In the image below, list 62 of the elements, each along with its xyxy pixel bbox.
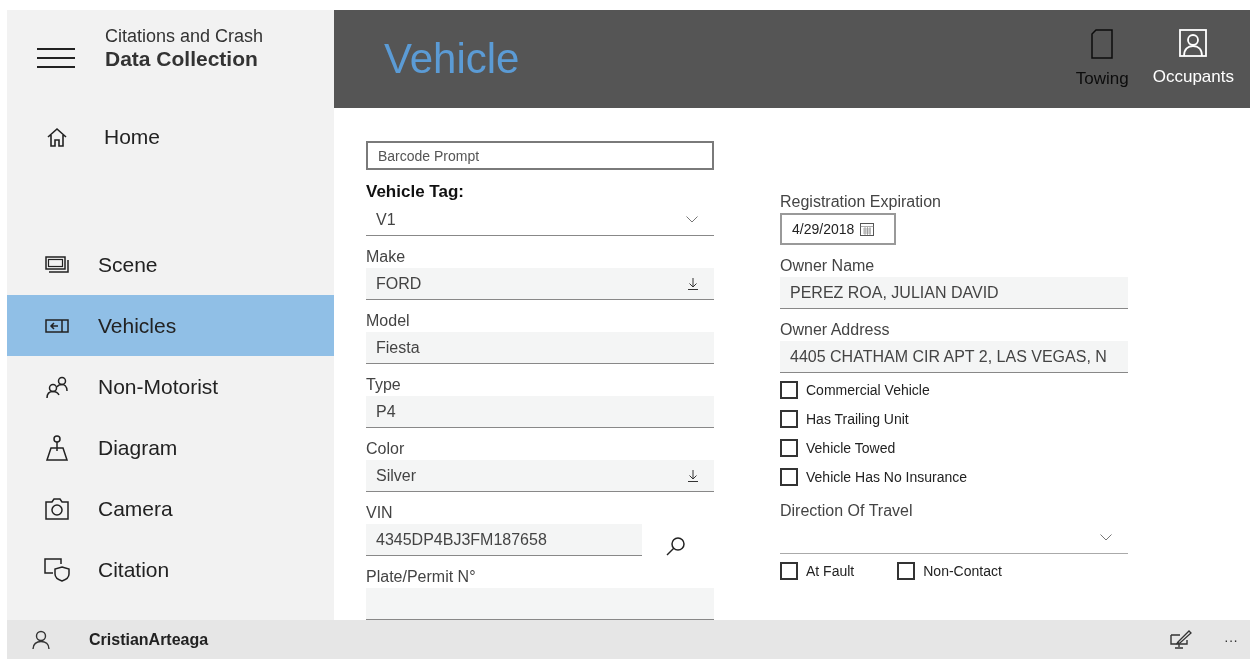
pin-map-icon — [44, 434, 70, 461]
command-button[interactable]: Occupants — [1148, 17, 1238, 101]
checkbox-box[interactable] — [897, 562, 916, 580]
download-arrow-icon — [688, 277, 698, 290]
field-label: Plate/Permit N° — [366, 568, 477, 586]
select-field[interactable]: Silver — [366, 460, 714, 492]
download-arrow-icon — [688, 469, 698, 482]
checkbox[interactable]: Non-Contact — [897, 562, 1002, 580]
text-field[interactable]: Fiesta — [366, 332, 714, 364]
checkbox[interactable]: At Fault — [780, 562, 855, 580]
checkbox-box[interactable] — [780, 439, 798, 457]
field-label: Type — [366, 376, 402, 394]
checkbox[interactable]: Commercial Vehicle — [780, 381, 1128, 399]
text-field[interactable]: 4345DP4BJ3FM187658 — [366, 524, 642, 556]
checkbox[interactable]: Vehicle Towed — [780, 439, 1128, 457]
app-title: Data Collection — [105, 46, 259, 71]
user-icon — [31, 629, 51, 650]
text-field[interactable]: P4 — [366, 396, 714, 428]
chevron-down-icon — [686, 216, 698, 223]
monitor-pen-icon[interactable] — [1170, 629, 1192, 650]
more-button[interactable]: ··· — [1218, 627, 1244, 652]
camera-icon — [44, 497, 70, 520]
field-label: Registration Expiration — [780, 193, 942, 211]
select-field[interactable]: FORD — [366, 268, 714, 300]
text-field[interactable]: 4405 CHATHAM CIR APT 2, LAS VEGAS, N — [780, 341, 1128, 373]
screens-icon — [44, 255, 70, 274]
checkbox-box[interactable] — [780, 562, 798, 580]
field-label: Model — [366, 312, 411, 330]
chevron-down-icon — [1100, 534, 1112, 541]
checkbox-box[interactable] — [780, 410, 798, 428]
user-name: CristianArteaga — [89, 630, 209, 649]
field-label: Owner Name — [780, 257, 876, 275]
text-field[interactable] — [366, 588, 714, 620]
text-field[interactable]: PEREZ ROA, JULIAN DAVID — [780, 277, 1128, 309]
nav-item[interactable]: Scene — [7, 234, 334, 295]
checkbox-box[interactable] — [780, 381, 798, 399]
nav-item[interactable]: Home — [7, 106, 334, 167]
date-field[interactable]: 4/29/2018 — [780, 213, 896, 245]
nav-item[interactable]: Vehicles — [7, 295, 334, 356]
field-label: Direction Of Travel — [780, 502, 914, 520]
calendar-icon — [860, 222, 875, 236]
field-label: Color — [366, 440, 406, 458]
nav-item[interactable]: Non-Motorist — [7, 356, 334, 417]
nav-item[interactable]: Camera — [7, 478, 334, 539]
barcode-field[interactable]: Barcode Prompt — [366, 141, 714, 170]
page-title: Vehicle — [384, 35, 521, 83]
nav-item[interactable]: Diagram — [7, 417, 334, 478]
arrow-box-icon — [44, 318, 70, 333]
people-icon — [44, 374, 70, 399]
checkbox[interactable]: Vehicle Has No Insurance — [780, 468, 1128, 486]
shield-icon — [44, 557, 70, 582]
checkbox[interactable]: Has Trailing Unit — [780, 410, 1128, 428]
app-subtitle: Citations and Crash — [105, 25, 264, 47]
person-frame-icon — [1179, 29, 1208, 57]
search-icon[interactable] — [666, 536, 686, 556]
field-label: Vehicle Tag: — [366, 182, 465, 202]
field-label: VIN — [366, 504, 394, 522]
field-label: Make — [366, 248, 407, 266]
page-icon — [1091, 29, 1114, 59]
checkbox-box[interactable] — [780, 468, 798, 486]
field-label: Owner Address — [780, 321, 891, 339]
nav-item[interactable]: Citation — [7, 539, 334, 600]
